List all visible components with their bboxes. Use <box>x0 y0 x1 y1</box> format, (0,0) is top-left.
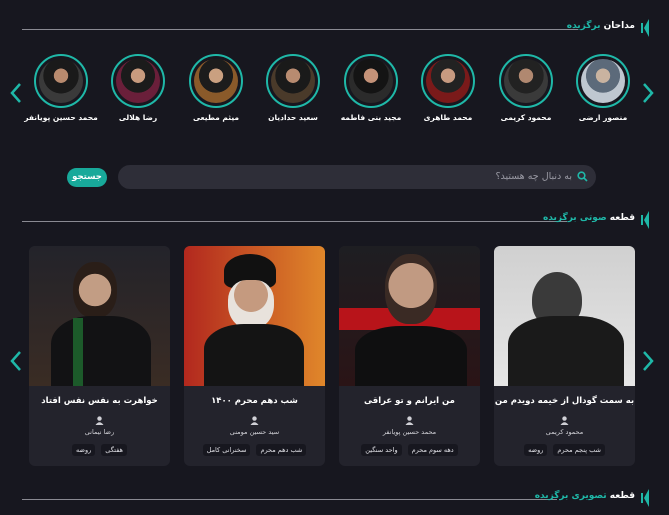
chevron-left-icon <box>10 83 21 103</box>
card-title: من ایرانم و تو عراقی <box>364 396 455 406</box>
avatar <box>499 54 553 108</box>
tag[interactable]: سخنرانی کامل <box>202 444 251 456</box>
cards-next-arrow[interactable] <box>642 350 654 372</box>
tag[interactable]: شب دهم محرم <box>256 444 307 456</box>
avatar <box>34 54 88 108</box>
section-header-singers: مداحان برگزیده <box>22 19 649 39</box>
card-tags: شب پنجم محرم روضه <box>494 444 635 456</box>
singer-item[interactable]: رضا هلالی <box>101 54 175 122</box>
card-tags: دهه سوم محرم واحد سنگین <box>339 444 480 456</box>
section-marker-icon <box>641 211 649 229</box>
singer-item[interactable]: محمد حسین پویانفر <box>24 54 98 122</box>
card-title: شب دهم محرم ۱۴۰۰ <box>211 396 298 406</box>
tag[interactable]: واحد سنگین <box>361 444 402 456</box>
card-artist: رضا نیمانی <box>84 428 115 436</box>
tag[interactable]: دهه سوم محرم <box>407 444 458 456</box>
card-title: به سمت گودال از خیمه دویدم من <box>494 396 635 406</box>
search-input[interactable]: به دنبال چه هستید؟ <box>118 165 596 189</box>
card-tags: هفتگی روضه <box>29 444 170 456</box>
tag[interactable]: روضه <box>72 444 96 456</box>
section-title: قطعه تصویری برگزیده <box>534 491 635 501</box>
section-header-audio: قطعه صوتی برگزیده <box>22 211 649 231</box>
singer-item[interactable]: محمود کریمی <box>489 54 563 122</box>
card-thumbnail <box>494 246 635 386</box>
search-button[interactable]: جستجو <box>67 168 107 187</box>
singer-item[interactable]: منصور ارضی <box>566 54 640 122</box>
user-icon <box>560 416 569 425</box>
section-title: قطعه صوتی برگزیده <box>542 213 635 223</box>
singer-name: میثم مطیعی <box>192 113 240 122</box>
card-artist: محمود کریمی <box>545 428 584 436</box>
singer-item[interactable]: میثم مطیعی <box>179 54 253 122</box>
user-icon <box>405 416 414 425</box>
tag[interactable]: شب پنجم محرم <box>553 444 605 456</box>
singer-name: محمود کریمی <box>500 113 552 122</box>
card-artist: سید حسین مومنی <box>229 428 280 436</box>
card-thumbnail <box>29 246 170 386</box>
card-tags: شب دهم محرم سخنرانی کامل <box>184 444 325 456</box>
singer-name: محمد طاهری <box>423 113 473 122</box>
audio-card[interactable]: به سمت گودال از خیمه دویدم من محمود کریم… <box>494 246 635 466</box>
card-artist: محمد حسین پویانفر <box>382 428 437 436</box>
divider <box>22 499 557 500</box>
singers-prev-arrow[interactable] <box>10 82 22 104</box>
search-placeholder: به دنبال چه هستید؟ <box>495 171 572 182</box>
avatar <box>421 54 475 108</box>
card-thumbnail <box>339 246 480 386</box>
singer-item[interactable]: مجید بنی فاطمه <box>334 54 408 122</box>
user-icon <box>95 416 104 425</box>
chevron-right-icon <box>643 351 654 371</box>
singer-name: مجید بنی فاطمه <box>340 113 402 122</box>
section-title: مداحان برگزیده <box>566 21 635 31</box>
divider <box>22 29 578 30</box>
singer-item[interactable]: سعید حدادیان <box>256 54 330 122</box>
card-thumbnail <box>184 246 325 386</box>
singer-name: منصور ارضی <box>578 113 628 122</box>
avatar <box>189 54 243 108</box>
search-icon <box>577 171 588 182</box>
chevron-right-icon <box>643 83 654 103</box>
avatar <box>576 54 630 108</box>
section-marker-icon <box>641 489 649 507</box>
singer-name: محمد حسین پویانفر <box>24 113 98 122</box>
divider <box>22 221 567 222</box>
avatar <box>344 54 398 108</box>
section-header-images: قطعه تصویری برگزیده <box>22 489 649 509</box>
singer-name: رضا هلالی <box>118 113 158 122</box>
section-marker-icon <box>641 19 649 37</box>
tag[interactable]: هفتگی <box>101 444 127 456</box>
user-icon <box>250 416 259 425</box>
avatar <box>266 54 320 108</box>
tag[interactable]: روضه <box>524 444 548 456</box>
singer-name: سعید حدادیان <box>268 113 318 122</box>
singers-next-arrow[interactable] <box>642 82 654 104</box>
cards-prev-arrow[interactable] <box>10 350 22 372</box>
chevron-left-icon <box>10 351 21 371</box>
audio-card[interactable]: من ایرانم و تو عراقی محمد حسین پویانفر د… <box>339 246 480 466</box>
avatar <box>111 54 165 108</box>
card-title: خواهرت به نفس نفس افتاد <box>41 396 158 406</box>
singer-item[interactable]: محمد طاهری <box>411 54 485 122</box>
audio-card[interactable]: شب دهم محرم ۱۴۰۰ سید حسین مومنی شب دهم م… <box>184 246 325 466</box>
audio-card[interactable]: خواهرت به نفس نفس افتاد رضا نیمانی هفتگی… <box>29 246 170 466</box>
